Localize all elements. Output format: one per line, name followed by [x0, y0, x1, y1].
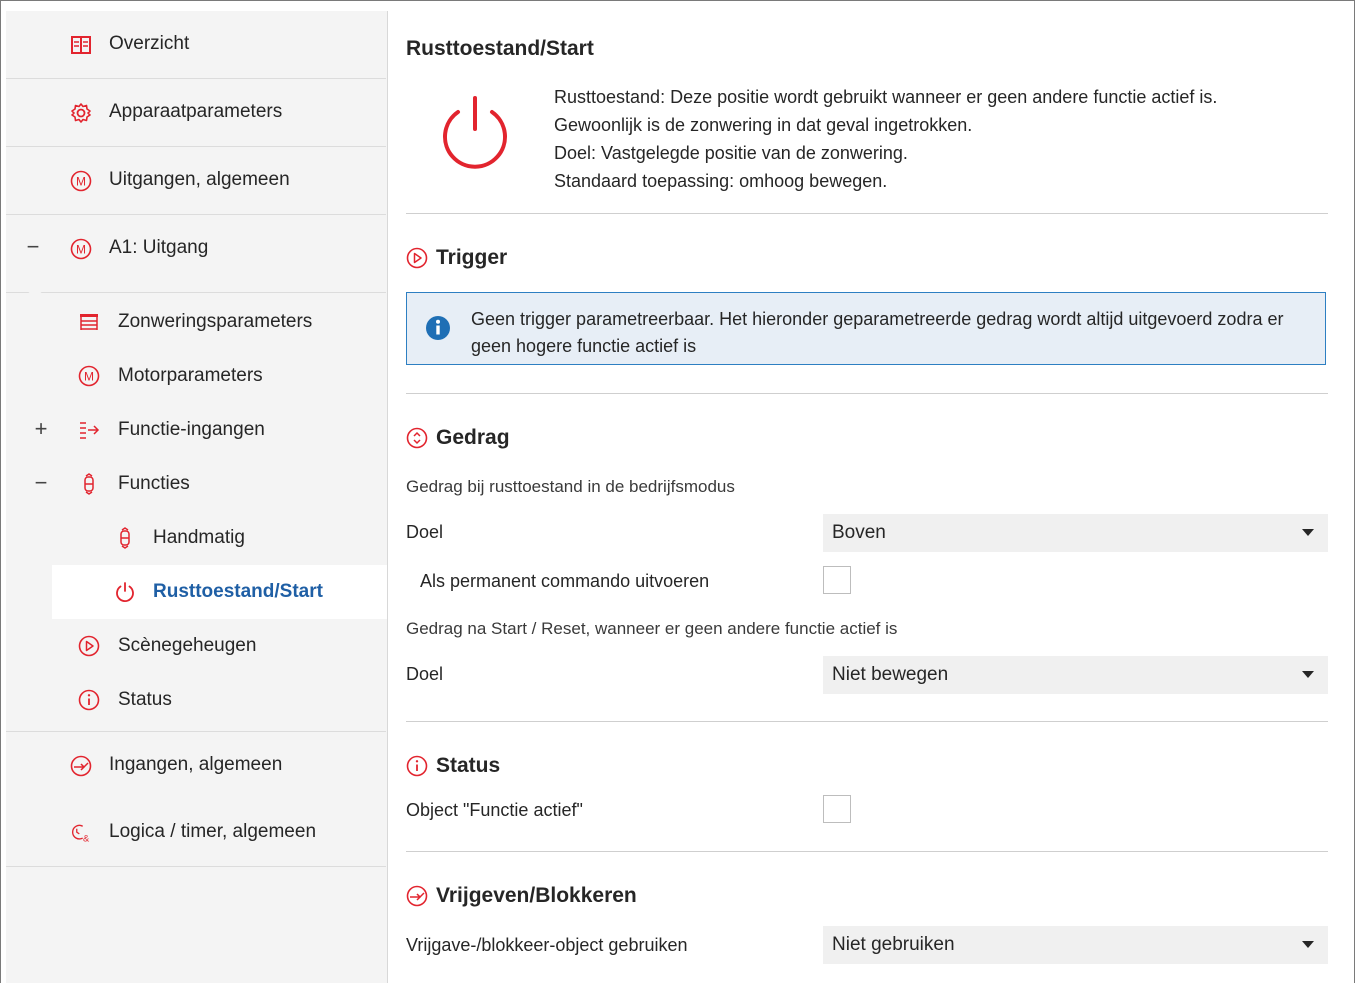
scene-icon [78, 635, 100, 657]
input-icon [70, 755, 92, 777]
input-icon [406, 885, 428, 907]
sidebar-item-label: Ingangen, algemeen [109, 754, 283, 775]
sidebar-item-a1-uitgang[interactable]: − M A1: Uitgang [6, 215, 386, 282]
svg-text:M: M [76, 175, 86, 189]
sidebar-item-label: Status [118, 689, 172, 710]
info-box: Geen trigger parametreerbaar. Het hieron… [406, 292, 1326, 365]
sidebar-item-overzicht[interactable]: Overzicht [6, 11, 386, 79]
sidebar-item-label: Scènegeheugen [118, 635, 257, 656]
doel-label: Doel [406, 522, 444, 542]
doel-select[interactable]: Boven [823, 514, 1328, 552]
subsection-label: Gedrag na Start / Reset, wanneer er geen… [406, 619, 898, 638]
description-line: Gewoonlijk is de zonwering in dat geval … [554, 115, 973, 135]
doel-start-select[interactable]: Niet bewegen [823, 656, 1328, 694]
expand-icon[interactable]: + [31, 416, 51, 442]
vrijgave-select[interactable]: Niet gebruiken [823, 926, 1328, 964]
sidebar-item-label: Functie-ingangen [118, 419, 265, 440]
gedrag-icon [406, 427, 428, 449]
power-icon [114, 581, 136, 603]
sidebar-item-label: Functies [118, 473, 190, 494]
subsection-label: Gedrag bij rusttoestand in de bedrijfsmo… [406, 477, 735, 496]
section-title-status: Status [406, 754, 500, 778]
section-title-text: Status [436, 754, 501, 777]
sidebar-item-label: Logica / timer, algemeen [109, 821, 317, 842]
svg-text:&: & [83, 833, 90, 843]
page-title: Rusttoestand/Start [406, 37, 594, 60]
overview-icon [70, 34, 92, 56]
sidebar-item-functie-ingangen[interactable]: + Functie-ingangen [6, 403, 386, 457]
sidebar-item-zonweringsparameters[interactable]: Zonweringsparameters [6, 295, 386, 349]
gear-icon [70, 102, 92, 124]
main-panel: Rusttoestand/Start Rusttoestand: Deze po… [406, 0, 1328, 983]
sidebar-item-apparaatparameters[interactable]: Apparaatparameters [6, 79, 386, 147]
divider [406, 393, 1328, 394]
info-text: Geen trigger parametreerbaar. Het hieron… [471, 309, 1284, 356]
status-icon [406, 755, 428, 777]
select-value: Boven [832, 522, 886, 543]
section-title-vrijgeven: Vrijgeven/Blokkeren [406, 884, 637, 908]
sidebar-item-label: Uitgangen, algemeen [109, 169, 290, 190]
sidebar-item-ingangen-algemeen[interactable]: Ingangen, algemeen [6, 731, 386, 800]
info-icon [425, 315, 451, 346]
sidebar-item-handmatig[interactable]: Handmatig [6, 511, 386, 565]
status-icon [78, 689, 100, 711]
description: Rusttoestand: Deze positie wordt gebruik… [554, 83, 1217, 195]
vrijgave-label: Vrijgave-/blokkeer-object gebruiken [406, 935, 688, 955]
divider [406, 213, 1328, 214]
object-functie-actief-label: Object "Functie actief" [406, 800, 583, 820]
sidebar-item-label: Motorparameters [118, 365, 263, 386]
blind-icon [78, 311, 100, 333]
section-title-text: Vrijgeven/Blokkeren [436, 884, 637, 907]
divider [6, 292, 386, 293]
sidebar-item-label: Rusttoestand/Start [153, 581, 323, 602]
power-icon [436, 95, 514, 178]
trigger-icon [406, 247, 428, 269]
sidebar: Overzicht Apparaatparameters M Uitgangen… [6, 11, 388, 983]
select-value: Niet gebruiken [832, 934, 955, 955]
motor-icon: M [70, 238, 92, 260]
divider [406, 851, 1328, 852]
description-line: Rusttoestand: Deze positie wordt gebruik… [554, 87, 1218, 107]
motor-icon: M [70, 170, 92, 192]
motor-icon: M [78, 365, 100, 387]
section-title-trigger: Trigger [406, 246, 507, 270]
sidebar-item-motorparameters[interactable]: M Motorparameters [6, 349, 386, 403]
sidebar-item-rusttoestand-start[interactable]: Rusttoestand/Start [52, 565, 387, 619]
svg-text:M: M [84, 370, 94, 384]
sidebar-item-label: Apparaatparameters [109, 101, 283, 122]
functions-icon [78, 473, 100, 495]
sidebar-item-label: Zonweringsparameters [118, 311, 313, 332]
sidebar-item-label: A1: Uitgang [109, 237, 209, 258]
doel-label: Doel [406, 664, 444, 684]
sidebar-item-uitgangen-algemeen[interactable]: M Uitgangen, algemeen [6, 147, 386, 215]
select-value: Niet bewegen [832, 664, 949, 685]
chevron-down-icon [1302, 671, 1314, 678]
svg-text:M: M [76, 243, 86, 257]
chevron-down-icon [1302, 941, 1314, 948]
description-line: Doel: Vastgelegde positie van de zonweri… [554, 143, 908, 163]
collapse-icon[interactable]: − [31, 470, 51, 496]
sidebar-item-scenegeheugen[interactable]: Scènegeheugen [6, 619, 386, 673]
description-line: Standaard toepassing: omhoog bewegen. [554, 171, 888, 191]
sidebar-item-status[interactable]: Status [6, 673, 386, 727]
permanent-checkbox[interactable] [823, 566, 851, 594]
sidebar-item-logica-timer[interactable]: & Logica / timer, algemeen [6, 799, 386, 867]
function-input-icon [78, 419, 100, 441]
permanent-label: Als permanent commando uitvoeren [420, 571, 710, 591]
divider [406, 721, 1328, 722]
manual-icon [114, 527, 136, 549]
collapse-icon[interactable]: − [23, 234, 43, 260]
sidebar-item-label: Overzicht [109, 33, 190, 54]
section-title-text: Trigger [436, 246, 508, 269]
sidebar-item-label: Handmatig [153, 527, 245, 548]
sidebar-item-functies[interactable]: − Functies [6, 457, 386, 511]
logic-timer-icon: & [70, 822, 92, 844]
section-title-gedrag: Gedrag [406, 426, 510, 450]
section-title-text: Gedrag [436, 426, 510, 449]
functie-actief-checkbox[interactable] [823, 795, 851, 823]
chevron-down-icon [1302, 529, 1314, 536]
